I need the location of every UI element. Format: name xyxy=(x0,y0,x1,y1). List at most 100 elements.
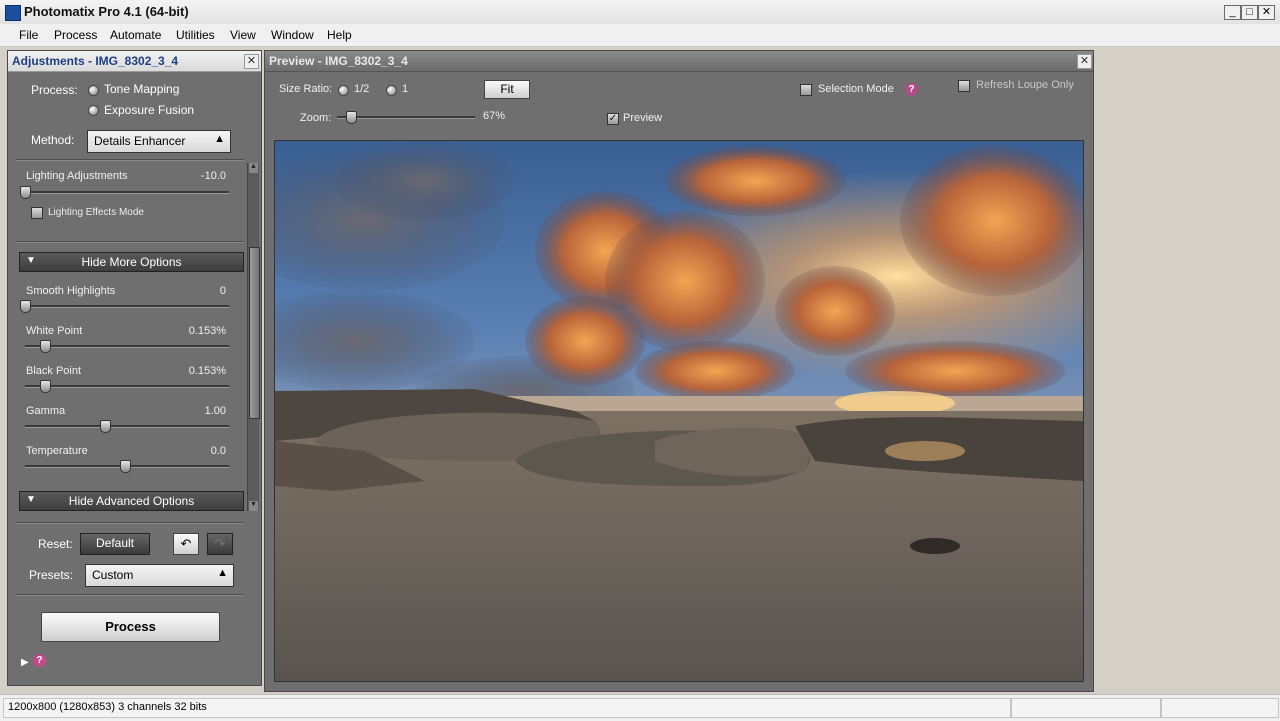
smooth-highlights-track[interactable] xyxy=(25,305,229,308)
black-point-track[interactable] xyxy=(25,385,229,388)
dropdown-arrow-icon: ▲ xyxy=(217,567,228,579)
scroll-down-icon[interactable]: ▼ xyxy=(249,501,258,511)
scroll-up-icon[interactable]: ▲ xyxy=(249,163,258,173)
preview-title-bar: Preview - IMG_8302_3_4 ✕ xyxy=(265,51,1093,72)
black-point-slider-thumb[interactable] xyxy=(40,380,51,393)
method-label: Method: xyxy=(31,133,75,147)
divider xyxy=(16,159,244,161)
preview-image[interactable] xyxy=(274,140,1084,682)
presets-dropdown[interactable]: Custom ▲ xyxy=(85,564,234,587)
zoom-value: 67% xyxy=(483,110,506,122)
ratio-half-label[interactable]: 1/2 xyxy=(354,83,369,95)
ratio-full-label[interactable]: 1 xyxy=(402,83,408,95)
lighting-slider-thumb[interactable] xyxy=(20,186,31,199)
hide-more-options-label: Hide More Options xyxy=(81,255,182,269)
menu-automate[interactable]: Automate xyxy=(110,28,161,42)
white-point-track[interactable] xyxy=(25,345,229,348)
process-button[interactable]: Process xyxy=(41,612,220,642)
status-cell: 1200x800 (1280x853) 3 channels 32 bits xyxy=(3,698,1011,718)
white-point-value: 0.153% xyxy=(188,325,226,337)
white-point-label: White Point xyxy=(26,325,83,337)
preview-label: Preview xyxy=(623,112,663,124)
temperature-label: Temperature xyxy=(26,445,88,457)
menu-window[interactable]: Window xyxy=(271,28,314,42)
zoom-label: Zoom: xyxy=(300,112,332,124)
lighting-value: -10.0 xyxy=(200,170,226,182)
smooth-highlights-slider-thumb[interactable] xyxy=(20,300,31,313)
hide-advanced-options-label: Hide Advanced Options xyxy=(68,494,195,508)
smooth-highlights-label: Smooth Highlights xyxy=(26,285,116,297)
method-value: Details Enhancer xyxy=(94,134,186,148)
presets-value: Custom xyxy=(92,568,134,582)
menu-view[interactable]: View xyxy=(230,28,256,42)
refresh-loupe-label: Refresh Loupe Only xyxy=(976,79,1074,91)
adjustments-scrollbar[interactable]: ▲ ▼ xyxy=(247,163,260,511)
gamma-track[interactable] xyxy=(25,425,229,428)
fit-button[interactable]: Fit xyxy=(484,80,530,99)
close-preview-button[interactable]: ✕ xyxy=(1077,54,1092,69)
lighting-track[interactable] xyxy=(25,191,229,194)
hdr-photo xyxy=(275,141,1083,681)
window-title: Photomatix Pro 4.1 (64-bit) xyxy=(24,4,189,19)
menu-utilities[interactable]: Utilities xyxy=(176,28,215,42)
dropdown-arrow-icon: ▲ xyxy=(214,133,225,145)
adjustments-panel: Adjustments - IMG_8302_3_4 ✕ Process: To… xyxy=(7,50,262,686)
close-window-button[interactable]: ✕ xyxy=(1258,5,1275,20)
maximize-button[interactable]: □ xyxy=(1241,5,1258,20)
smooth-highlights-value: 0 xyxy=(219,285,226,297)
radio-half[interactable] xyxy=(338,85,349,96)
temperature-slider-thumb[interactable] xyxy=(120,460,131,473)
menu-process[interactable]: Process xyxy=(54,28,97,42)
selection-help-icon[interactable]: ? xyxy=(905,83,918,96)
preview-title: Preview - IMG_8302_3_4 xyxy=(269,54,408,68)
zoom-slider-thumb[interactable] xyxy=(345,111,357,124)
gamma-value: 1.00 xyxy=(204,405,226,417)
status-cell xyxy=(1011,698,1161,718)
radio-tone-mapping[interactable] xyxy=(88,85,99,96)
temperature-value: 0.0 xyxy=(210,445,226,457)
gamma-label: Gamma xyxy=(26,405,66,417)
reset-label: Reset: xyxy=(38,537,73,551)
lighting-effects-label: Lighting Effects Mode xyxy=(48,207,144,218)
default-button[interactable]: Default xyxy=(80,533,150,555)
app-icon xyxy=(5,5,21,21)
tone-mapping-label[interactable]: Tone Mapping xyxy=(104,82,179,96)
gamma-slider-thumb[interactable] xyxy=(100,420,111,433)
help-icon[interactable]: ? xyxy=(33,654,46,667)
refresh-loupe-checkbox[interactable] xyxy=(958,80,970,92)
radio-exposure-fusion[interactable] xyxy=(88,105,99,116)
selection-mode-label: Selection Mode xyxy=(818,83,894,95)
status-bar: 1200x800 (1280x853) 3 channels 32 bits xyxy=(0,694,1280,721)
menu-bar: File Process Automate Utilities View Win… xyxy=(0,24,1280,47)
preview-checkbox[interactable]: ✓ xyxy=(607,113,619,125)
radio-full[interactable] xyxy=(386,85,397,96)
process-label: Process: xyxy=(31,83,78,97)
close-adjustments-button[interactable]: ✕ xyxy=(244,54,259,69)
method-dropdown[interactable]: Details Enhancer ▲ xyxy=(87,130,231,153)
menu-help[interactable]: Help xyxy=(327,28,352,42)
lighting-label: Lighting Adjustments xyxy=(26,170,128,182)
hide-advanced-options-button[interactable]: ▼ Hide Advanced Options xyxy=(19,491,244,511)
exposure-fusion-label[interactable]: Exposure Fusion xyxy=(104,103,194,117)
status-text: 1200x800 (1280x853) 3 channels 32 bits xyxy=(8,701,207,713)
black-point-label: Black Point xyxy=(26,365,82,377)
scroll-thumb[interactable] xyxy=(249,247,260,419)
undo-icon[interactable]: ↶ xyxy=(173,533,199,555)
presets-label: Presets: xyxy=(29,568,74,582)
zoom-track[interactable] xyxy=(337,116,475,119)
black-point-value: 0.153% xyxy=(188,365,226,377)
white-point-slider-thumb[interactable] xyxy=(40,340,51,353)
expand-triangle-icon[interactable]: ▶ xyxy=(21,657,29,668)
lighting-effects-checkbox[interactable] xyxy=(31,207,43,219)
hide-more-options-button[interactable]: ▼ Hide More Options xyxy=(19,252,244,272)
size-ratio-label: Size Ratio: xyxy=(279,83,333,95)
divider xyxy=(16,241,244,243)
selection-mode-checkbox[interactable] xyxy=(800,84,812,96)
menu-file[interactable]: File xyxy=(19,28,38,42)
divider xyxy=(16,594,244,596)
redo-icon[interactable]: ↷ xyxy=(207,533,233,555)
title-bar: Photomatix Pro 4.1 (64-bit) _ □ ✕ xyxy=(0,0,1280,25)
adjustments-title: Adjustments - IMG_8302_3_4 xyxy=(12,54,179,68)
divider xyxy=(16,522,244,524)
minimize-button[interactable]: _ xyxy=(1224,5,1241,20)
